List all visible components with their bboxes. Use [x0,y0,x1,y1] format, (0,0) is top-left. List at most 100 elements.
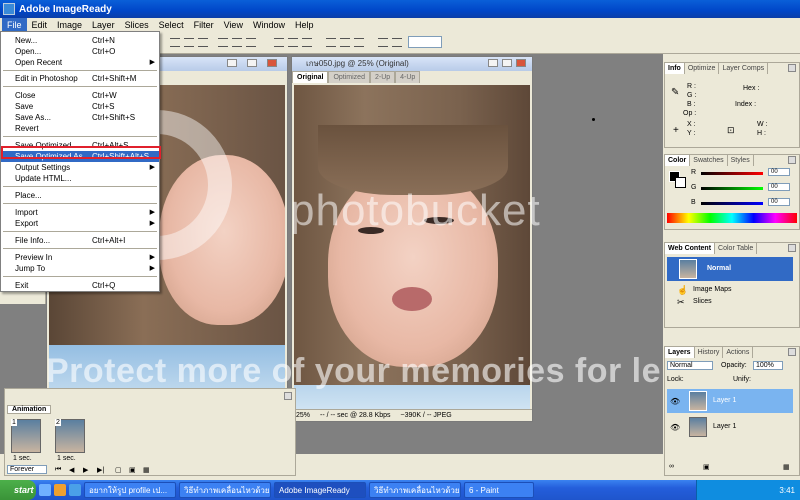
blend-mode-select[interactable]: Normal [667,361,713,370]
color-ramp[interactable] [667,213,797,223]
green-value[interactable]: 00 [768,183,790,191]
menu-item-jump-to[interactable]: Jump To ▶ [1,263,159,274]
background-color-swatch[interactable] [675,177,686,188]
menu-item-preview-in[interactable]: Preview In ▶ [1,252,159,263]
menu-item-save-as[interactable]: Save As... Ctrl+Shift+S [1,112,159,123]
web-content-row-selected[interactable]: Normal [667,257,793,281]
red-slider[interactable] [701,172,763,175]
layer-row-selected[interactable]: 👁 Layer 1 [667,389,793,413]
align-middle-icon[interactable] [184,38,194,47]
close-icon[interactable] [788,156,796,164]
blue-slider[interactable] [701,202,763,205]
taskbar-item[interactable]: 6 - Paint [464,482,534,498]
minimize-icon[interactable] [488,59,498,67]
quick-launch-icon[interactable] [54,484,66,496]
tab-optimized[interactable]: Optimized [328,71,370,83]
tab-web-content[interactable]: Web Content [665,243,716,254]
tab-swatches[interactable]: Swatches [690,155,728,166]
duplicate-frame-icon[interactable]: ▣ [129,466,136,474]
blue-value[interactable]: 00 [768,198,790,206]
menu-select[interactable]: Select [154,18,189,32]
tween-icon[interactable]: ▢ [115,466,122,474]
web-content-image-maps[interactable]: Image Maps [693,286,732,293]
menu-help[interactable]: Help [290,18,319,32]
taskbar-item[interactable]: วิธีทำภาพเคลื่อนไหวด้วย Im... [369,482,461,498]
start-button[interactable]: start [0,480,36,500]
opacity-input[interactable]: 100% [753,361,783,370]
zoom-level[interactable]: 25% [296,412,310,419]
next-frame-icon[interactable]: ▶| [97,466,104,474]
menu-item-edit-in-photoshop[interactable]: Edit in Photoshop Ctrl+Shift+M [1,73,159,84]
distribute-right-icon[interactable] [354,38,364,47]
distribute-left-icon[interactable] [326,38,336,47]
layer-name[interactable]: Layer 1 [713,423,736,430]
menu-file[interactable]: File [2,18,27,32]
distribute-middle-icon[interactable] [288,38,298,47]
animation-tab[interactable]: Animation [7,405,52,414]
first-frame-icon[interactable]: ⏮ [55,466,61,474]
taskbar-item-active[interactable]: Adobe ImageReady [274,482,366,498]
close-icon[interactable] [788,244,796,252]
minimize-icon[interactable] [227,59,237,67]
tab-layers[interactable]: Layers [665,347,695,358]
eye-icon[interactable]: 👁 [670,423,680,432]
tab-info[interactable]: Info [665,63,685,74]
menu-item-save[interactable]: Save Ctrl+S [1,101,159,112]
close-icon[interactable] [788,348,796,356]
menu-item-file-info[interactable]: File Info... Ctrl+Alt+I [1,235,159,246]
show-desktop-icon[interactable] [39,484,51,496]
layer-style-icon[interactable]: ∞ [669,463,674,470]
menu-item-exit[interactable]: Exit Ctrl+Q [1,280,159,291]
menu-item-new[interactable]: New... Ctrl+N [1,35,159,46]
loop-select[interactable]: Forever [7,465,47,474]
tab-4-up[interactable]: 4-Up [395,71,421,83]
distribute-top-icon[interactable] [274,38,284,47]
menu-view[interactable]: View [219,18,248,32]
tab-layer-comps[interactable]: Layer Comps [719,63,769,74]
new-layer-icon[interactable]: ▣ [703,463,710,471]
menu-window[interactable]: Window [248,18,290,32]
tab-2-up[interactable]: 2-Up [369,71,396,83]
taskbar-item[interactable]: อยากให้รูป profile เป... [84,482,176,498]
distribute-vertical-icon[interactable] [392,38,402,47]
taskbar-item[interactable]: วิธีทำภาพเคลื่อนไหวด้วย Im... [179,482,271,498]
align-right-icon[interactable] [246,38,256,47]
menu-layer[interactable]: Layer [87,18,120,32]
tab-color[interactable]: Color [665,155,691,166]
green-slider[interactable] [701,187,763,190]
layer-row[interactable]: 👁 Layer 1 [667,415,793,439]
menu-item-export[interactable]: Export ▶ [1,218,159,229]
close-icon[interactable] [267,59,277,67]
menu-item-revert[interactable]: Revert [1,123,159,134]
frame-delay[interactable]: 1 sec. [13,455,32,462]
animation-frame[interactable]: 1 [11,419,41,453]
tab-styles[interactable]: Styles [728,155,754,166]
distribute-center-icon[interactable] [340,38,350,47]
align-top-icon[interactable] [170,38,180,47]
trash-icon[interactable]: ▦ [783,463,790,471]
layer-name[interactable]: Layer 1 [713,397,736,404]
tab-optimize[interactable]: Optimize [685,63,720,74]
close-icon[interactable] [284,392,292,400]
menu-filter[interactable]: Filter [189,18,219,32]
eye-icon[interactable]: 👁 [670,397,680,406]
tab-color-table[interactable]: Color Table [715,243,758,254]
align-center-icon[interactable] [232,38,242,47]
close-icon[interactable] [788,64,796,72]
tab-original[interactable]: Original [292,71,329,83]
menu-item-open[interactable]: Open... Ctrl+O [1,46,159,57]
menu-item-close[interactable]: Close Ctrl+W [1,90,159,101]
menu-item-output-settings[interactable]: Output Settings ▶ [1,162,159,173]
menu-item-update-html[interactable]: Update HTML... [1,173,159,184]
trash-icon[interactable]: ▦ [143,466,150,474]
animation-frame[interactable]: 2 [55,419,85,453]
menu-item-open-recent[interactable]: Open Recent ▶ [1,57,159,68]
previous-frame-icon[interactable]: ◀ [69,466,74,474]
distribute-horizontal-icon[interactable] [378,38,388,47]
red-value[interactable]: 00 [768,168,790,176]
web-content-slices[interactable]: Slices [693,298,712,305]
close-icon[interactable] [516,59,526,67]
menu-item-import[interactable]: Import ▶ [1,207,159,218]
align-left-icon[interactable] [218,38,228,47]
menu-item-place[interactable]: Place... [1,190,159,201]
